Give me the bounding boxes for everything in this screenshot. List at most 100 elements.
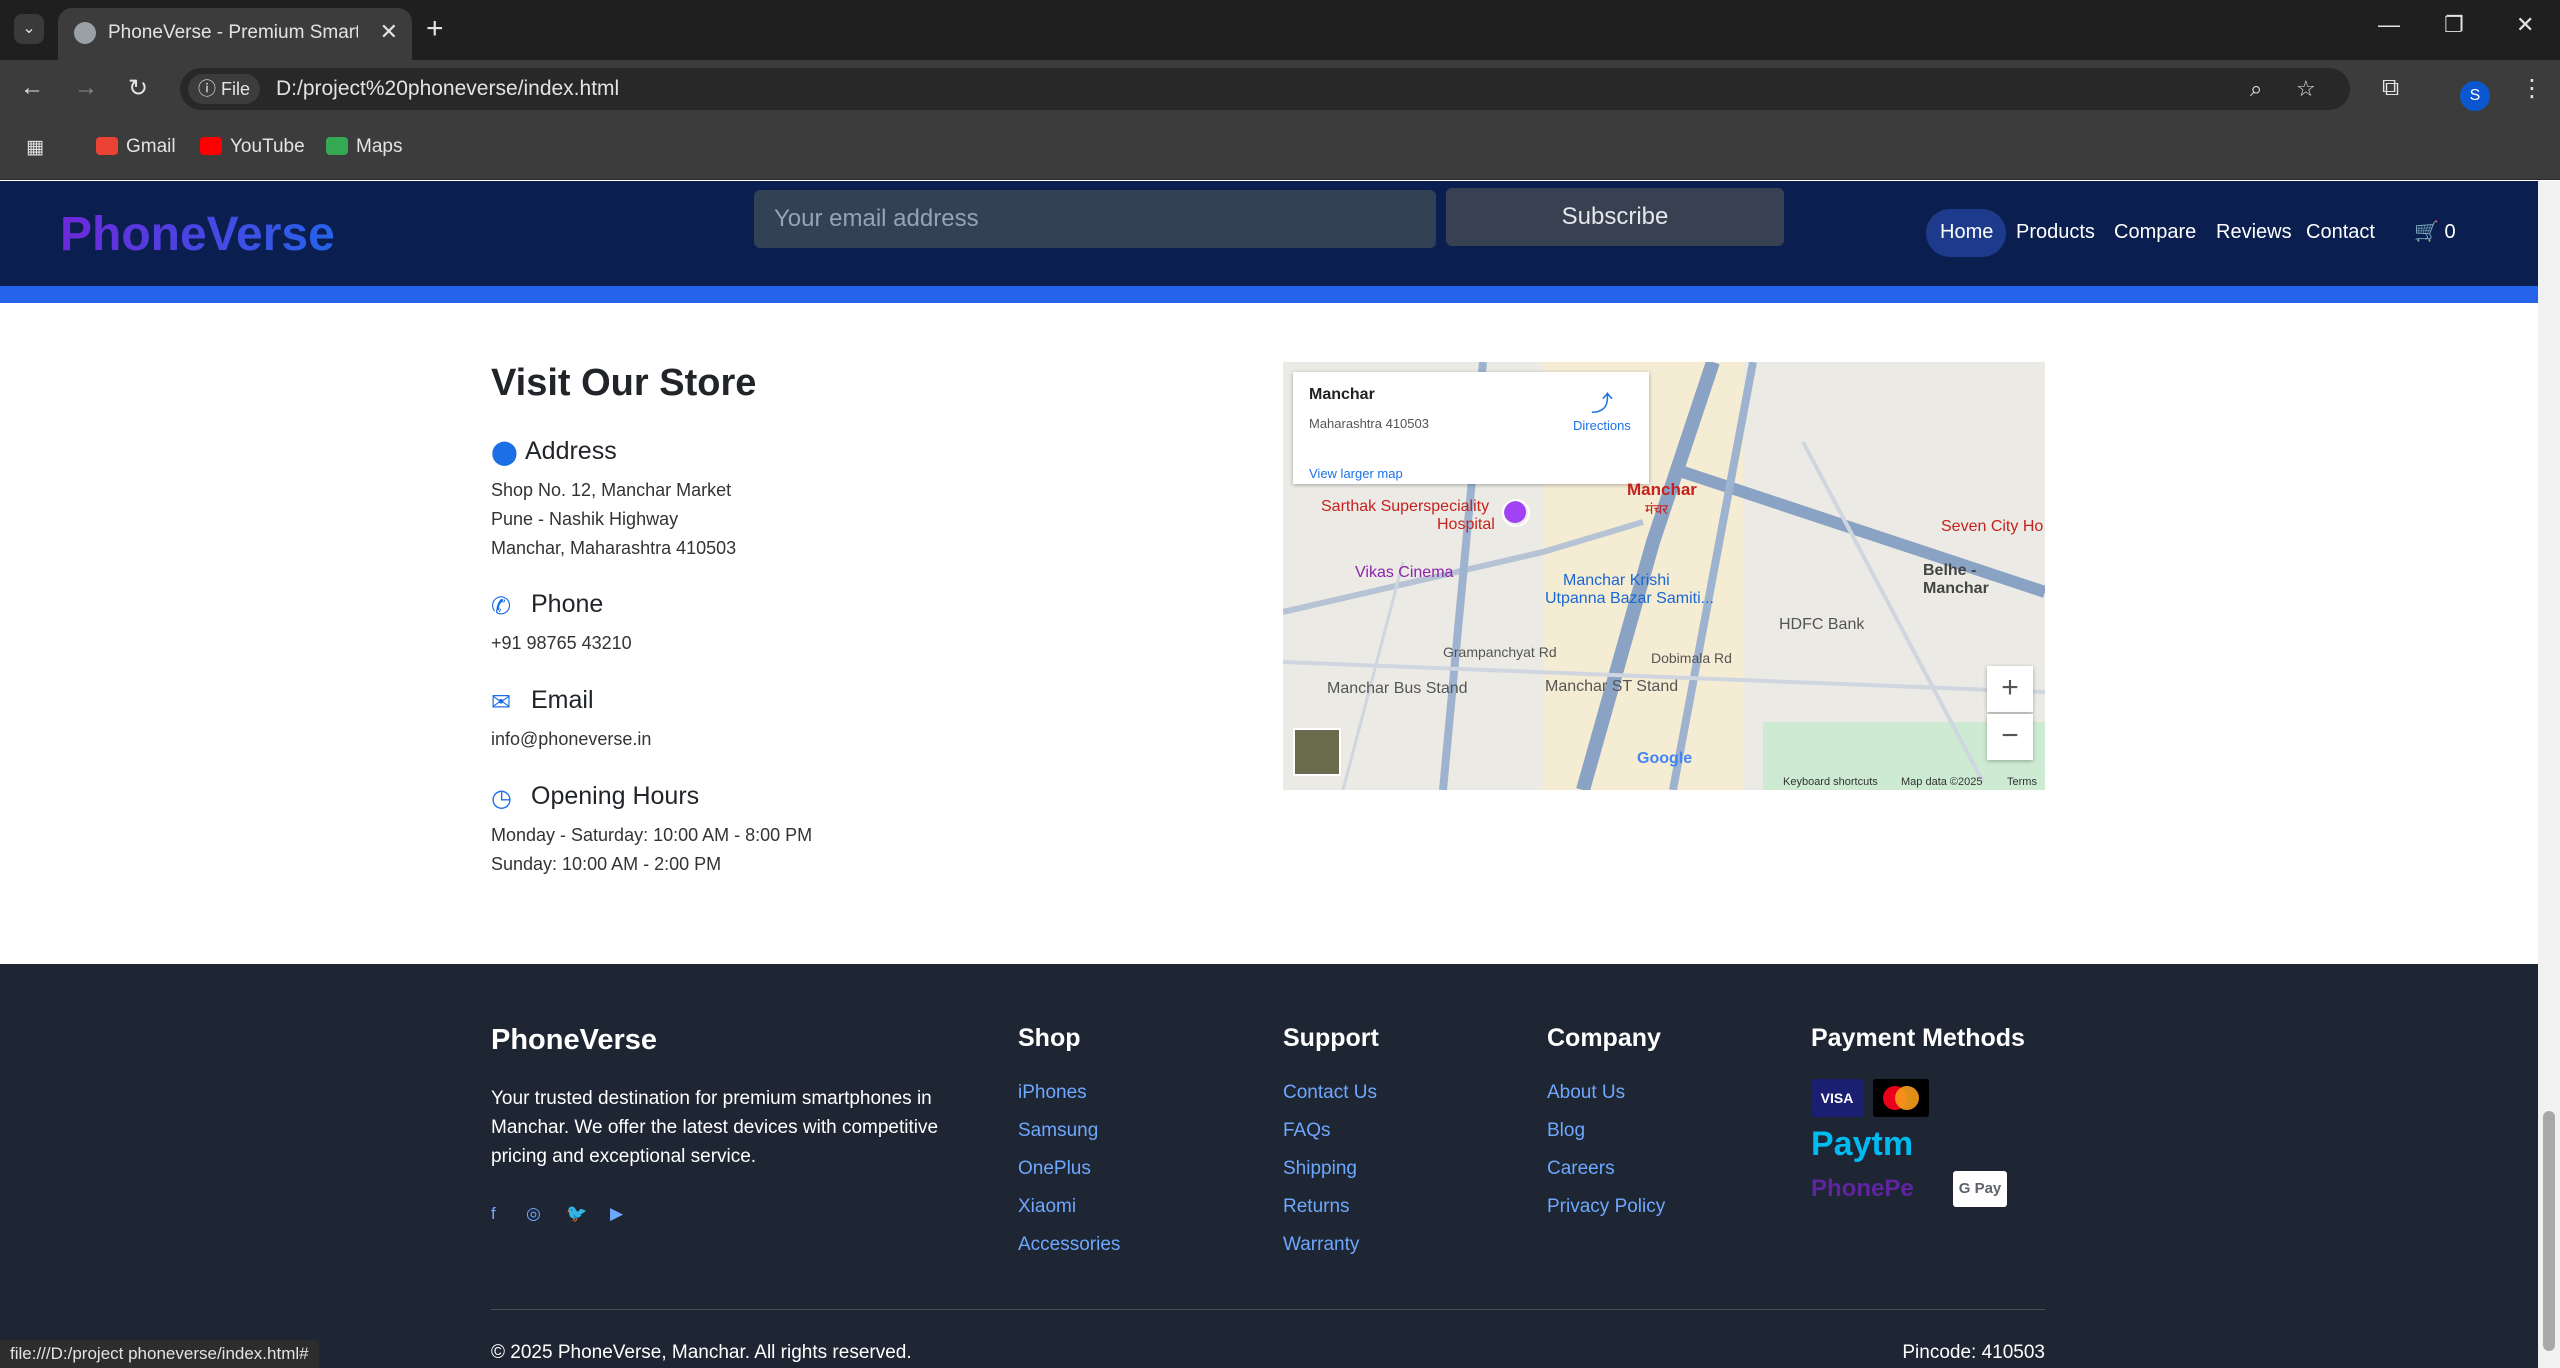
map-label-manchar-mr: मंचर <box>1645 501 1668 517</box>
zoom-in-button[interactable]: + <box>1987 666 2033 712</box>
view-larger-map-link[interactable]: View larger map <box>1309 466 1403 481</box>
satellite-toggle[interactable] <box>1293 728 1341 776</box>
map-label-st-stand: Manchar ST Stand <box>1545 678 1679 695</box>
footer-payment-heading: Payment Methods <box>1811 1024 2025 1052</box>
footer-copyright: © 2025 PhoneVerse, Manchar. All rights r… <box>491 1342 912 1363</box>
footer-link-warranty[interactable]: Warranty <box>1283 1234 1359 1256</box>
map-label-manchar: Manchar <box>1627 480 1697 499</box>
site-logo[interactable]: PhoneVerse <box>60 207 335 262</box>
footer-link-blog[interactable]: Blog <box>1547 1120 1585 1142</box>
email-heading: Email <box>531 686 594 714</box>
directions-icon[interactable]: ⤴ <box>1591 386 1613 418</box>
minimize-icon[interactable]: — <box>2378 12 2400 38</box>
footer-support-heading: Support <box>1283 1024 1379 1052</box>
browser-tab[interactable]: PhoneVerse - Premium Smartphones ✕ <box>58 8 412 60</box>
forward-icon[interactable]: → <box>74 74 98 102</box>
cart-button[interactable]: 🛒 0 <box>2414 219 2456 244</box>
footer-link-oneplus[interactable]: OnePlus <box>1018 1158 1091 1180</box>
footer-link-iphones[interactable]: iPhones <box>1018 1082 1087 1104</box>
footer-link-contact-us[interactable]: Contact Us <box>1283 1082 1377 1104</box>
map-place-title: Manchar <box>1309 386 1375 403</box>
paytm-icon: Paytm <box>1811 1125 1914 1163</box>
phone-heading: Phone <box>531 590 604 618</box>
footer-link-samsung[interactable]: Samsung <box>1018 1120 1098 1142</box>
hours-heading: Opening Hours <box>531 782 700 810</box>
close-tab-icon[interactable]: ✕ <box>380 19 398 45</box>
map-label-vikas-cinema: Vikas Cinema <box>1355 564 1454 581</box>
bookmark-youtube[interactable]: YouTube <box>200 136 305 158</box>
subscribe-button[interactable]: Subscribe <box>1446 188 1784 246</box>
map-pin-icon: ⬤ <box>491 439 518 466</box>
scrollbar-thumb[interactable] <box>2543 1111 2555 1351</box>
footer-link-privacy-policy[interactable]: Privacy Policy <box>1547 1196 1665 1218</box>
cart-icon: 🛒 <box>2414 221 2439 243</box>
directions-link[interactable]: Directions <box>1573 418 1631 433</box>
gmail-icon <box>96 137 118 155</box>
map-label-dobimala: Dobimala Rd <box>1651 650 1732 666</box>
map-label-krishi-2: Utpanna Bazar Samiti... <box>1545 590 1714 607</box>
profile-avatar[interactable]: S <box>2460 81 2490 111</box>
envelope-icon: ✉ <box>491 689 512 716</box>
facebook-icon[interactable]: f <box>491 1204 496 1224</box>
hours-line: Sunday: 10:00 AM - 2:00 PM <box>491 854 722 874</box>
file-chip-label: File <box>221 79 251 99</box>
footer-link-accessories[interactable]: Accessories <box>1018 1234 1120 1256</box>
restore-icon[interactable]: ❐ <box>2444 12 2464 38</box>
footer-brand: PhoneVerse <box>491 1024 658 1056</box>
nav-contact[interactable]: Contact <box>2306 221 2375 244</box>
youtube-social-icon[interactable]: ▶ <box>610 1204 623 1224</box>
newsletter-email-input[interactable] <box>754 190 1436 248</box>
youtube-icon <box>200 137 222 155</box>
nav-reviews[interactable]: Reviews <box>2216 221 2292 244</box>
globe-icon <box>74 22 96 44</box>
footer-link-about-us[interactable]: About Us <box>1547 1082 1625 1104</box>
page-scrollbar[interactable] <box>2538 181 2560 1368</box>
twitter-icon[interactable]: 🐦 <box>566 1204 587 1224</box>
keyboard-shortcuts-link[interactable]: Keyboard shortcuts <box>1783 776 1878 788</box>
bookmark-maps[interactable]: Maps <box>326 136 402 158</box>
address-line: Manchar, Maharashtra 410503 <box>491 538 737 558</box>
footer-link-shipping[interactable]: Shipping <box>1283 1158 1357 1180</box>
map-label-hdfc: HDFC Bank <box>1779 616 1865 633</box>
nav-home[interactable]: Home <box>1940 221 1993 244</box>
header-accent-bar <box>0 286 2538 303</box>
bookmarks-bar: ▦ Gmail YouTube Maps <box>0 116 2560 180</box>
bookmark-gmail[interactable]: Gmail <box>96 136 176 158</box>
nav-products[interactable]: Products <box>2016 221 2095 244</box>
zoom-icon[interactable]: ⌕ <box>2250 76 2262 102</box>
apps-icon[interactable]: ▦ <box>26 136 44 159</box>
embedded-map[interactable]: Manchar Maharashtra 410503 ⤴ Directions … <box>1283 362 2045 790</box>
map-label-grampanchayat: Grampanchyat Rd <box>1443 644 1557 660</box>
window-close-icon[interactable]: ✕ <box>2516 12 2534 38</box>
reload-icon[interactable]: ↻ <box>128 74 148 103</box>
menu-icon[interactable]: ⋮ <box>2520 74 2544 103</box>
cart-count: 0 <box>2444 221 2456 243</box>
footer-link-returns[interactable]: Returns <box>1283 1196 1350 1218</box>
zoom-out-button[interactable]: − <box>1987 714 2033 760</box>
footer-pincode: Pincode: 410503 <box>1902 1342 2045 1363</box>
address-line: Shop No. 12, Manchar Market <box>491 480 732 500</box>
visa-icon: VISA <box>1811 1079 1863 1117</box>
maps-icon <box>326 137 348 155</box>
bookmark-star-icon[interactable]: ☆ <box>2296 76 2316 102</box>
site-info-chip[interactable]: ⓘ File <box>188 74 261 104</box>
map-label-seven-city: Seven City Ho <box>1941 518 2044 535</box>
tab-title: PhoneVerse - Premium Smartphones <box>108 22 358 43</box>
extensions-icon[interactable]: ⧉ <box>2382 74 2399 102</box>
phonepe-icon: PhonePe <box>1811 1175 1914 1202</box>
map-place-subtitle: Maharashtra 410503 <box>1309 416 1429 431</box>
map-terms-link[interactable]: Terms <box>2007 776 2037 788</box>
new-tab-icon[interactable]: + <box>426 12 444 46</box>
browser-tab-strip: ⌄ PhoneVerse - Premium Smartphones ✕ + —… <box>0 0 2560 60</box>
nav-compare[interactable]: Compare <box>2114 221 2196 244</box>
address-bar[interactable]: ⓘ File D:/project%20phoneverse/index.htm… <box>180 68 2350 110</box>
footer-link-xiaomi[interactable]: Xiaomi <box>1018 1196 1076 1218</box>
footer-link-careers[interactable]: Careers <box>1547 1158 1615 1180</box>
footer-link-faqs[interactable]: FAQs <box>1283 1120 1331 1142</box>
instagram-icon[interactable]: ◎ <box>526 1204 541 1224</box>
map-label-sarthak: Sarthak Superspeciality <box>1321 498 1490 515</box>
footer-company-heading: Company <box>1547 1024 1661 1052</box>
status-bar-url: file:///D:/project phoneverse/index.html… <box>0 1340 319 1368</box>
back-icon[interactable]: ← <box>20 74 44 102</box>
tab-search-icon[interactable]: ⌄ <box>14 14 44 44</box>
